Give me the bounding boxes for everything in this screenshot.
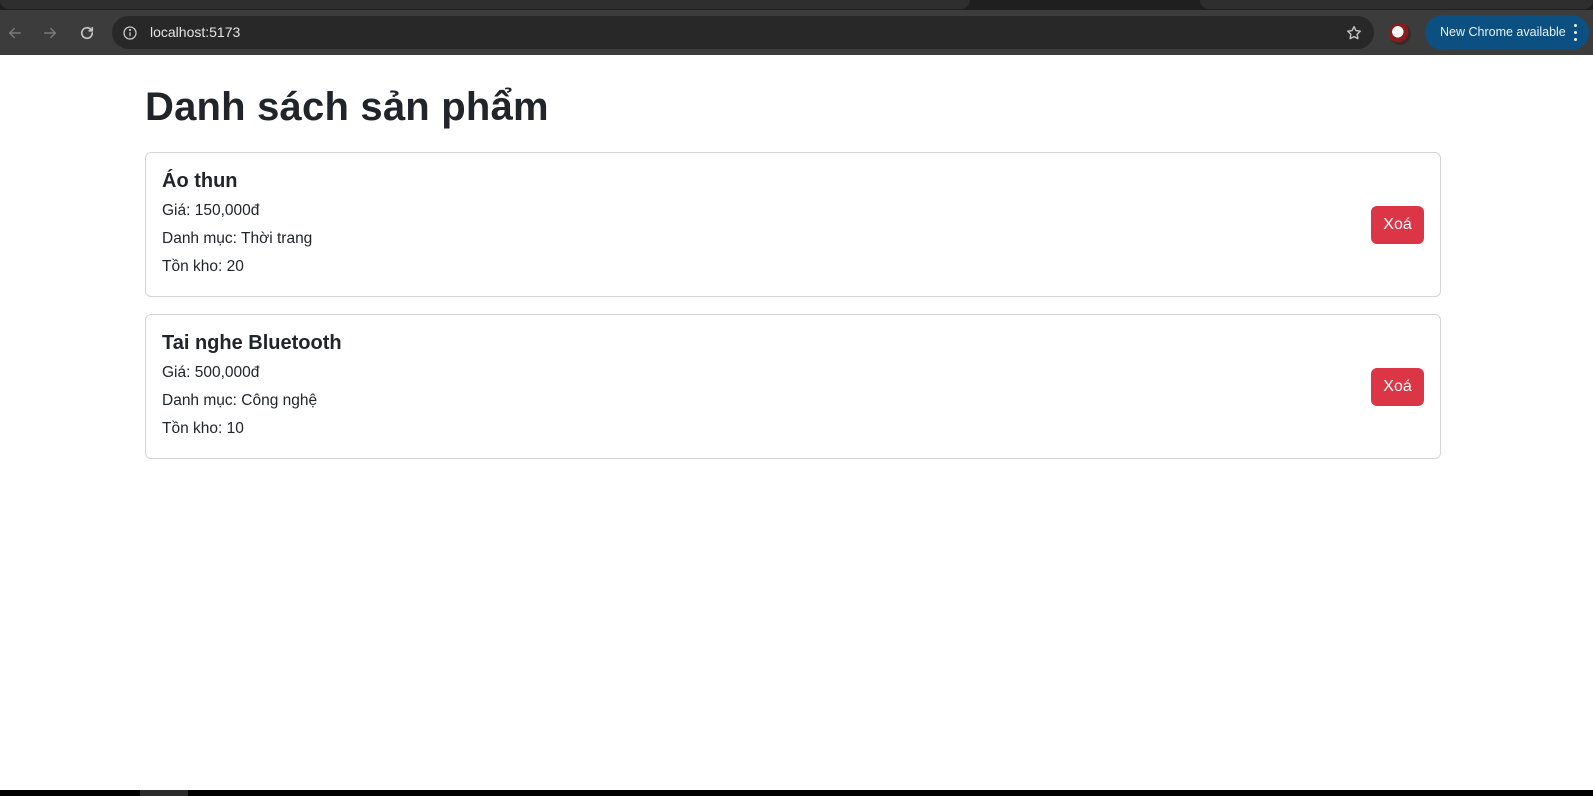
reload-button[interactable] bbox=[73, 19, 101, 47]
taskbar-edge bbox=[0, 790, 1593, 796]
profile-avatar[interactable] bbox=[1389, 23, 1411, 45]
product-price: Giá: 500,000đ bbox=[162, 364, 260, 381]
browser-tab[interactable] bbox=[0, 0, 970, 9]
product-name: Áo thun bbox=[162, 170, 238, 192]
delete-button[interactable]: Xoá bbox=[1371, 368, 1424, 406]
product-price: Giá: 150,000đ bbox=[162, 202, 260, 219]
reload-icon bbox=[80, 26, 94, 40]
tab-strip bbox=[0, 0, 1593, 10]
new-chrome-available-button[interactable]: New Chrome available bbox=[1425, 15, 1589, 50]
kebab-menu-icon[interactable] bbox=[1572, 24, 1578, 41]
product-stock: Tồn kho: 10 bbox=[162, 420, 244, 437]
arrow-left-icon bbox=[9, 27, 21, 39]
back-button[interactable] bbox=[1, 19, 29, 47]
product-name: Tai nghe Bluetooth bbox=[162, 332, 342, 354]
product-category: Danh mục: Công nghệ bbox=[162, 392, 318, 409]
update-label: New Chrome available bbox=[1440, 25, 1566, 39]
delete-button[interactable]: Xoá bbox=[1371, 206, 1424, 244]
address-bar[interactable]: localhost:5173 bbox=[112, 16, 1374, 49]
forward-button[interactable] bbox=[36, 19, 64, 47]
info-icon[interactable] bbox=[120, 23, 139, 42]
product-card: Áo thun Giá: 150,000đ Danh mục: Thời tra… bbox=[145, 152, 1441, 297]
product-category: Danh mục: Thời trang bbox=[162, 230, 313, 247]
product-card: Tai nghe Bluetooth Giá: 500,000đ Danh mụ… bbox=[145, 314, 1441, 459]
arrow-right-icon bbox=[44, 27, 56, 39]
browser-tab[interactable] bbox=[1200, 0, 1593, 9]
product-stock: Tồn kho: 20 bbox=[162, 258, 244, 275]
url-text[interactable]: localhost:5173 bbox=[150, 24, 240, 41]
star-icon[interactable] bbox=[1343, 22, 1364, 43]
page-title: Danh sách sản phẩm bbox=[145, 85, 549, 129]
browser-toolbar: localhost:5173 New Chrome available bbox=[0, 10, 1593, 55]
page-content: Danh sách sản phẩm Áo thun Giá: 150,000đ… bbox=[0, 55, 1593, 790]
